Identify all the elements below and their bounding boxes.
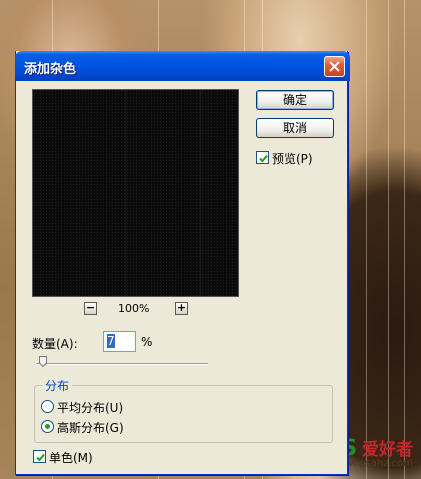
cancel-button[interactable]: 取消 — [256, 118, 334, 138]
zoom-in-button[interactable]: + — [175, 302, 188, 315]
zoom-controls: − 100% + — [32, 301, 239, 319]
amount-input[interactable]: 7 — [103, 331, 136, 352]
gaussian-radio[interactable] — [41, 420, 54, 433]
dialog-title: 添加杂色 — [24, 62, 77, 77]
close-button[interactable] — [324, 56, 345, 77]
amount-unit: % — [141, 335, 153, 349]
preview-area[interactable] — [32, 89, 239, 297]
distribution-title: 分布 — [42, 377, 73, 394]
checkmark-icon — [36, 453, 45, 462]
zoom-level: 100% — [118, 302, 150, 315]
gaussian-label[interactable]: 高斯分布(G) — [57, 419, 124, 436]
add-noise-dialog: 添加杂色 − 100% + 确定 取消 预览(P) 数量(A): 7 % 分布 … — [15, 51, 350, 475]
noise-preview — [33, 90, 238, 296]
preview-label[interactable]: 预览(P) — [272, 150, 313, 167]
preview-checkbox[interactable] — [256, 151, 269, 164]
monochrome-checkbox[interactable] — [33, 450, 46, 463]
amount-value: 7 — [107, 334, 115, 348]
ok-button[interactable]: 确定 — [256, 90, 334, 110]
watermark-chinese: 爱好者 — [362, 440, 413, 460]
zoom-out-button[interactable]: − — [84, 302, 97, 315]
monochrome-label[interactable]: 单色(M) — [49, 449, 93, 466]
uniform-label[interactable]: 平均分布(U) — [57, 399, 123, 416]
close-icon — [329, 61, 340, 72]
title-bar[interactable]: 添加杂色 — [15, 51, 350, 81]
uniform-radio[interactable] — [41, 400, 54, 413]
amount-slider-track[interactable] — [36, 363, 208, 365]
amount-label: 数量(A): — [32, 337, 78, 351]
amount-slider-thumb[interactable] — [39, 356, 48, 367]
checkmark-icon — [259, 154, 268, 163]
